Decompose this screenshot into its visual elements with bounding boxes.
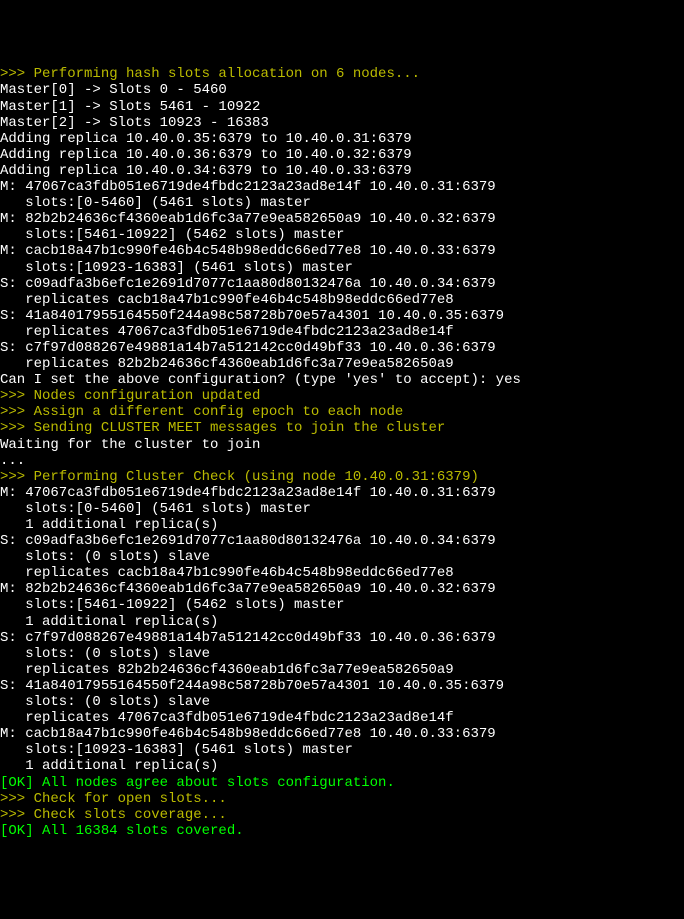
terminal-line: replicates cacb18a47b1c990fe46b4c548b98e… [0, 292, 684, 308]
terminal-line: slots:[10923-16383] (5461 slots) master [0, 742, 684, 758]
terminal-line: S: 41a84017955164550f244a98c58728b70e57a… [0, 308, 684, 324]
terminal-line: slots: (0 slots) slave [0, 646, 684, 662]
terminal-line: M: 47067ca3fdb051e6719de4fbdc2123a23ad8e… [0, 179, 684, 195]
terminal-output: >>> Performing hash slots allocation on … [0, 66, 684, 839]
terminal-line: slots:[0-5460] (5461 slots) master [0, 501, 684, 517]
terminal-line: replicates cacb18a47b1c990fe46b4c548b98e… [0, 565, 684, 581]
terminal-line: slots:[5461-10922] (5462 slots) master [0, 597, 684, 613]
terminal-line: >>> Assign a different config epoch to e… [0, 404, 684, 420]
terminal-line: [OK] All 16384 slots covered. [0, 823, 684, 839]
terminal-line: Waiting for the cluster to join [0, 437, 684, 453]
terminal-line: replicates 82b2b24636cf4360eab1d6fc3a77e… [0, 356, 684, 372]
terminal-line: slots:[5461-10922] (5462 slots) master [0, 227, 684, 243]
terminal-line: Can I set the above configuration? (type… [0, 372, 684, 388]
terminal-line: Master[1] -> Slots 5461 - 10922 [0, 99, 684, 115]
terminal-line: S: c7f97d088267e49881a14b7a512142cc0d49b… [0, 630, 684, 646]
terminal-line: Master[2] -> Slots 10923 - 16383 [0, 115, 684, 131]
terminal-line: slots:[10923-16383] (5461 slots) master [0, 260, 684, 276]
terminal-line: Adding replica 10.40.0.36:6379 to 10.40.… [0, 147, 684, 163]
terminal-line: ... [0, 453, 684, 469]
terminal-line: S: c09adfa3b6efc1e2691d7077c1aa80d801324… [0, 276, 684, 292]
terminal-line: slots: (0 slots) slave [0, 694, 684, 710]
terminal-line: >>> Performing hash slots allocation on … [0, 66, 684, 82]
terminal-line: >>> Nodes configuration updated [0, 388, 684, 404]
terminal-line: M: 47067ca3fdb051e6719de4fbdc2123a23ad8e… [0, 485, 684, 501]
terminal-line: M: 82b2b24636cf4360eab1d6fc3a77e9ea58265… [0, 211, 684, 227]
terminal-line: 1 additional replica(s) [0, 517, 684, 533]
terminal-line: slots: (0 slots) slave [0, 549, 684, 565]
terminal-line: Adding replica 10.40.0.35:6379 to 10.40.… [0, 131, 684, 147]
terminal-line: replicates 82b2b24636cf4360eab1d6fc3a77e… [0, 662, 684, 678]
terminal-line: M: cacb18a47b1c990fe46b4c548b98eddc66ed7… [0, 726, 684, 742]
terminal-line: M: 82b2b24636cf4360eab1d6fc3a77e9ea58265… [0, 581, 684, 597]
terminal-line: replicates 47067ca3fdb051e6719de4fbdc212… [0, 324, 684, 340]
terminal-line: 1 additional replica(s) [0, 758, 684, 774]
terminal-line: Adding replica 10.40.0.34:6379 to 10.40.… [0, 163, 684, 179]
terminal-line: >>> Sending CLUSTER MEET messages to joi… [0, 420, 684, 436]
terminal-line: >>> Check slots coverage... [0, 807, 684, 823]
terminal-line: [OK] All nodes agree about slots configu… [0, 775, 684, 791]
terminal-line: Master[0] -> Slots 0 - 5460 [0, 82, 684, 98]
terminal-line: M: cacb18a47b1c990fe46b4c548b98eddc66ed7… [0, 243, 684, 259]
terminal-line: S: c7f97d088267e49881a14b7a512142cc0d49b… [0, 340, 684, 356]
terminal-line: 1 additional replica(s) [0, 614, 684, 630]
terminal-line: replicates 47067ca3fdb051e6719de4fbdc212… [0, 710, 684, 726]
terminal-line: >>> Check for open slots... [0, 791, 684, 807]
terminal-line: S: c09adfa3b6efc1e2691d7077c1aa80d801324… [0, 533, 684, 549]
terminal-line: >>> Performing Cluster Check (using node… [0, 469, 684, 485]
terminal-line: slots:[0-5460] (5461 slots) master [0, 195, 684, 211]
terminal-line: S: 41a84017955164550f244a98c58728b70e57a… [0, 678, 684, 694]
